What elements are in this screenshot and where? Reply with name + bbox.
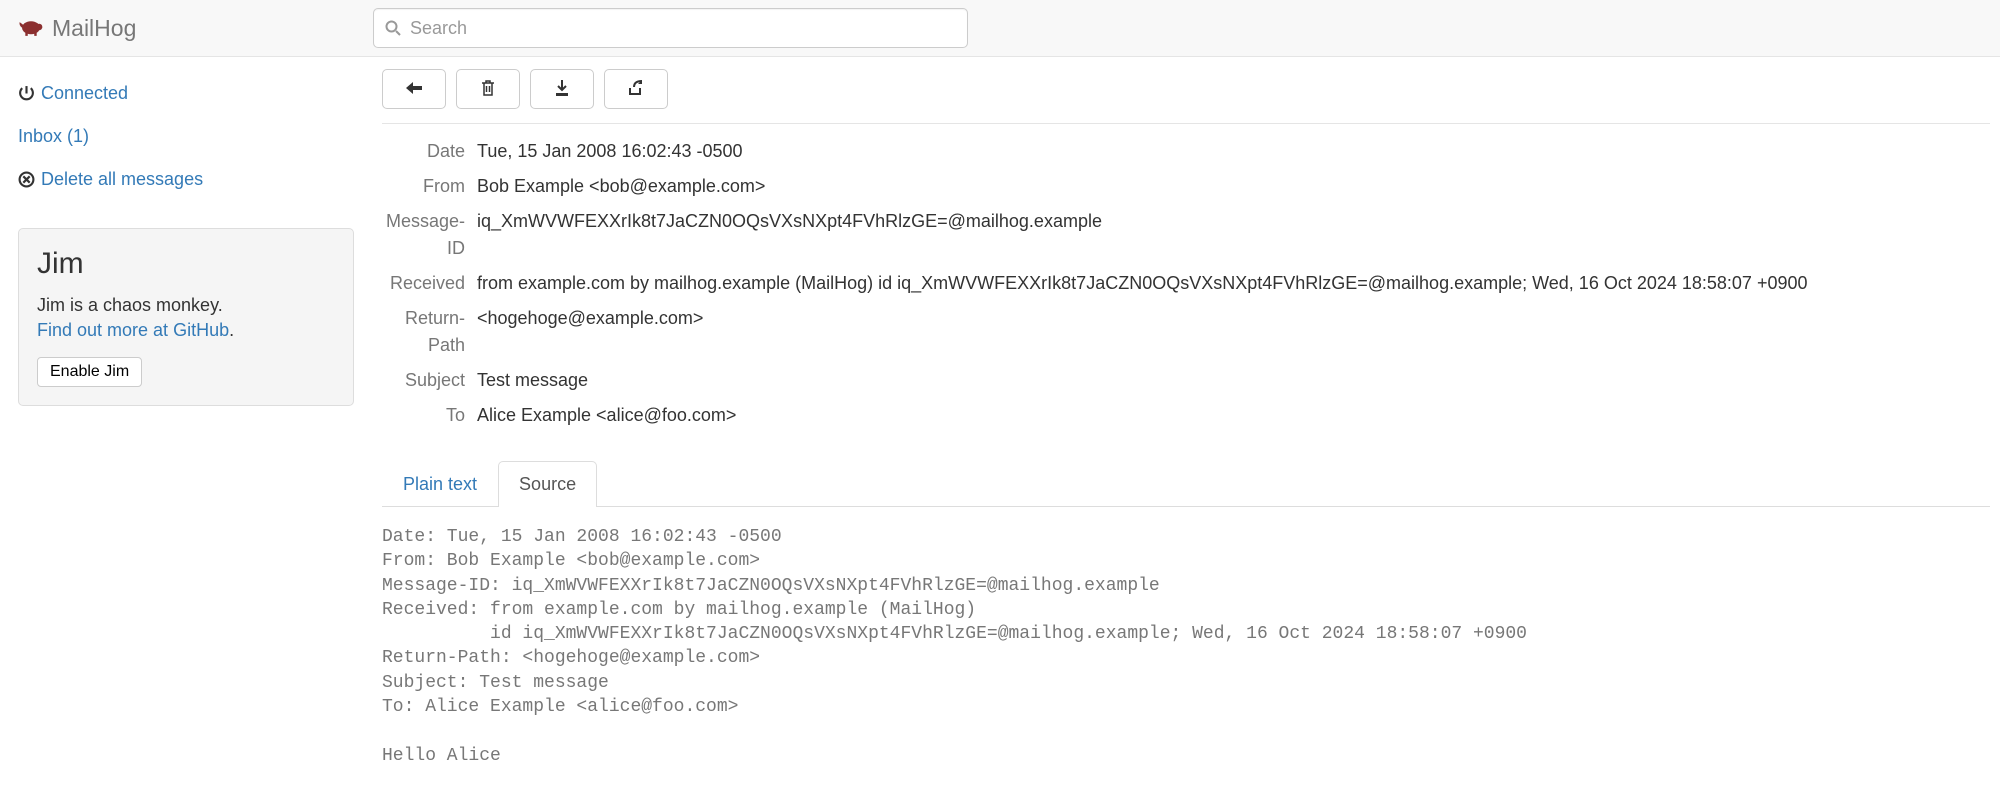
connection-label: Connected <box>41 83 128 104</box>
header-value: Alice Example <alice@foo.com> <box>477 402 736 429</box>
search-icon <box>385 20 401 36</box>
jim-title: Jim <box>37 247 335 281</box>
header-row-from: From Bob Example <bob@example.com> <box>382 169 1990 204</box>
message-source: Date: Tue, 15 Jan 2008 16:02:43 -0500 Fr… <box>382 507 1990 786</box>
connection-status[interactable]: Connected <box>18 75 354 118</box>
header-row-to: To Alice Example <alice@foo.com> <box>382 398 1990 433</box>
topbar: MailHog <box>0 0 2000 57</box>
remove-circle-icon <box>18 171 35 188</box>
header-value: Tue, 15 Jan 2008 16:02:43 -0500 <box>477 138 743 165</box>
tab-plain-text[interactable]: Plain text <box>382 461 498 507</box>
content-tabs: Plain text Source <box>382 461 1990 507</box>
delete-all-label: Delete all messages <box>41 169 203 190</box>
tab-source[interactable]: Source <box>498 461 597 507</box>
header-row-message-id: Message-ID iq_XmWVWFEXXrIk8t7JaCZN0OQsVX… <box>382 204 1990 266</box>
message-headers: Date Tue, 15 Jan 2008 16:02:43 -0500 Fro… <box>382 123 1990 451</box>
header-value: Test message <box>477 367 588 394</box>
jim-description: Jim is a chaos monkey. Find out more at … <box>37 293 335 343</box>
inbox-label: Inbox (1) <box>18 126 89 147</box>
release-button[interactable] <box>604 69 668 109</box>
brand[interactable]: MailHog <box>18 15 373 42</box>
search-input[interactable] <box>373 8 968 48</box>
header-label: To <box>382 402 477 429</box>
header-label: From <box>382 173 477 200</box>
jim-github-link[interactable]: Find out more at GitHub <box>37 320 229 340</box>
header-value: iq_XmWVWFEXXrIk8t7JaCZN0OQsVXsNXpt4FVhRl… <box>477 208 1102 262</box>
header-row-subject: Subject Test message <box>382 363 1990 398</box>
header-label: Return-Path <box>382 305 477 359</box>
main: Date Tue, 15 Jan 2008 16:02:43 -0500 Fro… <box>372 57 2000 806</box>
delete-all-link[interactable]: Delete all messages <box>18 161 354 204</box>
enable-jim-button[interactable]: Enable Jim <box>37 357 142 387</box>
search-wrap <box>373 8 968 48</box>
share-icon <box>626 79 646 100</box>
header-row-received: Received from example.com by mailhog.exa… <box>382 266 1990 301</box>
header-value: Bob Example <bob@example.com> <box>477 173 765 200</box>
arrow-left-icon <box>404 79 424 100</box>
header-label: Message-ID <box>382 208 477 262</box>
header-label: Date <box>382 138 477 165</box>
header-label: Subject <box>382 367 477 394</box>
message-toolbar <box>382 69 1990 123</box>
brand-name: MailHog <box>52 15 136 42</box>
back-button[interactable] <box>382 69 446 109</box>
header-value: <hogehoge@example.com> <box>477 305 703 359</box>
jim-panel: Jim Jim is a chaos monkey. Find out more… <box>18 228 354 406</box>
inbox-link[interactable]: Inbox (1) <box>18 118 354 161</box>
sidebar: Connected Inbox (1) Delete all messages … <box>0 57 372 806</box>
header-value: from example.com by mailhog.example (Mai… <box>477 270 1808 297</box>
header-row-return-path: Return-Path <hogehoge@example.com> <box>382 301 1990 363</box>
pig-logo-icon <box>18 18 44 38</box>
header-row-date: Date Tue, 15 Jan 2008 16:02:43 -0500 <box>382 134 1990 169</box>
download-button[interactable] <box>530 69 594 109</box>
trash-icon <box>478 79 498 100</box>
power-icon <box>18 85 35 102</box>
jim-desc-text: Jim is a chaos monkey. <box>37 295 223 315</box>
delete-button[interactable] <box>456 69 520 109</box>
header-label: Received <box>382 270 477 297</box>
download-icon <box>552 79 572 100</box>
